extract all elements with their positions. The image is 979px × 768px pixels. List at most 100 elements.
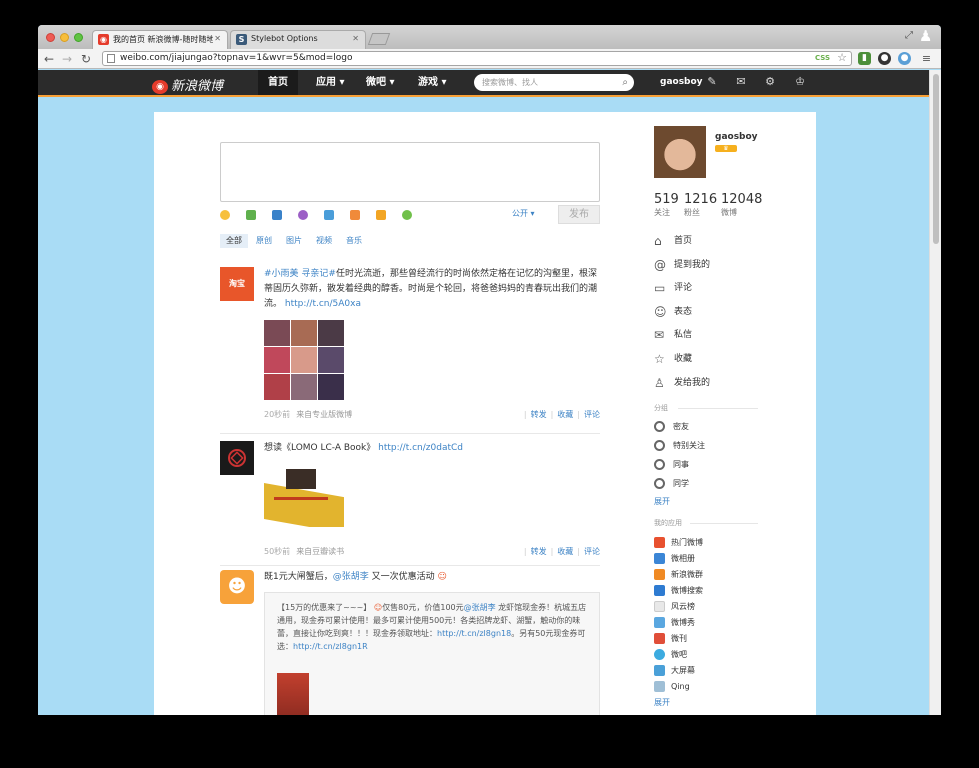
book-cover-image[interactable] [264,461,344,534]
stat-following[interactable]: 519 关注 [654,192,679,218]
thumbnail-image[interactable] [291,347,317,373]
window-close-button[interactable] [46,33,55,42]
app-item[interactable]: 微博秀 [654,617,695,628]
weibo-logo[interactable]: ◉ 新浪微博 [152,75,223,94]
menu-icon[interactable]: ≡ [920,52,933,65]
nav-apps[interactable]: 应用 ▾ [306,70,355,95]
comment-button[interactable]: 评论 [584,410,600,419]
avatar[interactable]: ☻ [220,570,254,604]
mention-link[interactable]: @张胡李 [464,603,496,612]
tab-music[interactable]: 音乐 [340,234,368,248]
tab-stylebot[interactable]: S Stylebot Options ✕ [230,30,366,49]
tab-videos[interactable]: 视频 [310,234,338,248]
avatar[interactable]: 淘宝 [220,267,254,301]
weibo-search-input[interactable]: 搜索微博、找人 ⌕ [474,74,634,91]
extension-blue-icon[interactable]: ● [898,52,911,65]
favorite-button[interactable]: 收藏 [557,410,573,419]
profile-name[interactable]: gaosboy [715,132,758,142]
app-item[interactable]: 大屏幕 [654,665,695,676]
app-item[interactable]: 新浪微群 [654,569,703,580]
image-thumbnails[interactable] [264,320,344,400]
profile-avatar[interactable] [654,126,706,178]
app-icon[interactable] [402,210,412,220]
group-item[interactable]: 同事 [654,459,689,470]
sidebar-item-comments[interactable]: ▭ 评论 [654,280,692,295]
extension-dark-icon[interactable]: ● [878,52,891,65]
notification-icon[interactable]: ♔ [794,76,806,88]
window-minimize-button[interactable] [60,33,69,42]
thumbnail-image[interactable] [291,320,317,346]
app-item[interactable]: 风云榜 [654,601,695,612]
stat-posts[interactable]: 12048 微博 [721,192,762,218]
app-item[interactable]: 微博搜索 [654,585,703,596]
short-link[interactable]: http://t.cn/zl8gn1R [293,642,368,651]
new-tab-button[interactable] [367,33,391,45]
short-link[interactable]: http://t.cn/z0datCd [378,443,463,453]
nav-username[interactable]: gaosboy [660,70,703,95]
comment-button[interactable]: 评论 [584,547,600,556]
gear-icon[interactable]: ⚙ [764,76,776,88]
thumbnail-image[interactable] [318,320,344,346]
search-icon[interactable]: ⌕ [622,74,628,91]
window-maximize-button[interactable] [74,33,83,42]
scrollbar-thumb[interactable] [933,74,939,244]
app-item[interactable]: 微吧 [654,649,687,660]
video-icon[interactable] [272,210,282,220]
publish-button[interactable]: 发布 [558,205,600,224]
sidebar-item-sent-to-me[interactable]: ♙ 发给我的 [654,375,710,390]
group-item[interactable]: 特别关注 [654,440,705,451]
gift-icon[interactable] [376,210,386,220]
extension-green-icon[interactable]: ▮ [858,52,871,65]
repost-button[interactable]: 转发 [531,547,547,556]
nav-games[interactable]: 游戏 ▾ [408,70,457,95]
image-icon[interactable] [246,210,256,220]
profile-icon[interactable]: ♟ [919,27,935,47]
mention-link[interactable]: @张胡李 [333,572,369,582]
tab-images[interactable]: 图片 [280,234,308,248]
topic-link[interactable]: #小雨美 寻亲记# [264,269,336,279]
page-scrollbar[interactable] [929,70,941,715]
forward-arrow-icon[interactable]: → [62,52,72,66]
thumbnail-image[interactable] [318,347,344,373]
thumbnail-image[interactable] [318,374,344,400]
back-arrow-icon[interactable]: ← [44,52,54,66]
source[interactable]: 来自豆瓣读书 [296,547,344,556]
groups-expand-link[interactable]: 展开 [654,496,670,507]
app-item[interactable]: Qing [654,681,690,692]
avatar[interactable] [220,441,254,475]
emoji-icon[interactable] [220,210,230,220]
vip-badge-icon[interactable]: ♛ [715,145,737,152]
short-link[interactable]: http://t.cn/5A0xa [285,299,361,309]
nav-weiba[interactable]: 微吧 ▾ [356,70,405,95]
sidebar-item-home[interactable]: ⌂ 首页 [654,233,692,248]
bookmark-star-icon[interactable]: ☆ [837,51,847,64]
short-link[interactable]: http://t.cn/zl8gn18 [437,629,511,638]
vote-icon[interactable] [350,210,360,220]
message-icon[interactable]: ✉ [735,76,747,88]
address-bar[interactable]: weibo.com/jiajungao?topnav=1&wvr=5&mod=l… [102,51,852,66]
app-item[interactable]: 微相册 [654,553,695,564]
thumbnail-image[interactable] [264,320,290,346]
favorite-button[interactable]: 收藏 [557,547,573,556]
topic-icon[interactable] [324,210,334,220]
group-item[interactable]: 同学 [654,478,689,489]
app-item[interactable]: 热门微博 [654,537,703,548]
compose-icon[interactable]: ✎ [706,76,718,88]
repost-button[interactable]: 转发 [531,410,547,419]
thumbnail-image[interactable] [264,347,290,373]
sidebar-item-messages[interactable]: ✉ 私信 [654,327,692,342]
stylebot-css-icon[interactable]: CSS [815,52,830,65]
music-icon[interactable] [298,210,308,220]
tab-close-icon[interactable]: ✕ [352,34,359,43]
quote-thumbnail-image[interactable] [277,673,309,715]
sidebar-item-favorites[interactable]: ☆ 收藏 [654,351,692,366]
app-item[interactable]: 微刊 [654,633,687,644]
tab-close-icon[interactable]: ✕ [214,34,221,43]
reload-icon[interactable]: ↻ [81,52,91,66]
apps-expand-link[interactable]: 展开 [654,697,670,708]
sidebar-item-mentions[interactable]: @ 提到我的 [654,257,710,272]
tab-all[interactable]: 全部 [220,234,248,248]
source[interactable]: 来自专业版微博 [296,410,352,419]
fullscreen-icon[interactable]: ⤢ [905,30,913,41]
visibility-dropdown[interactable]: 公开 ▾ [512,208,535,219]
